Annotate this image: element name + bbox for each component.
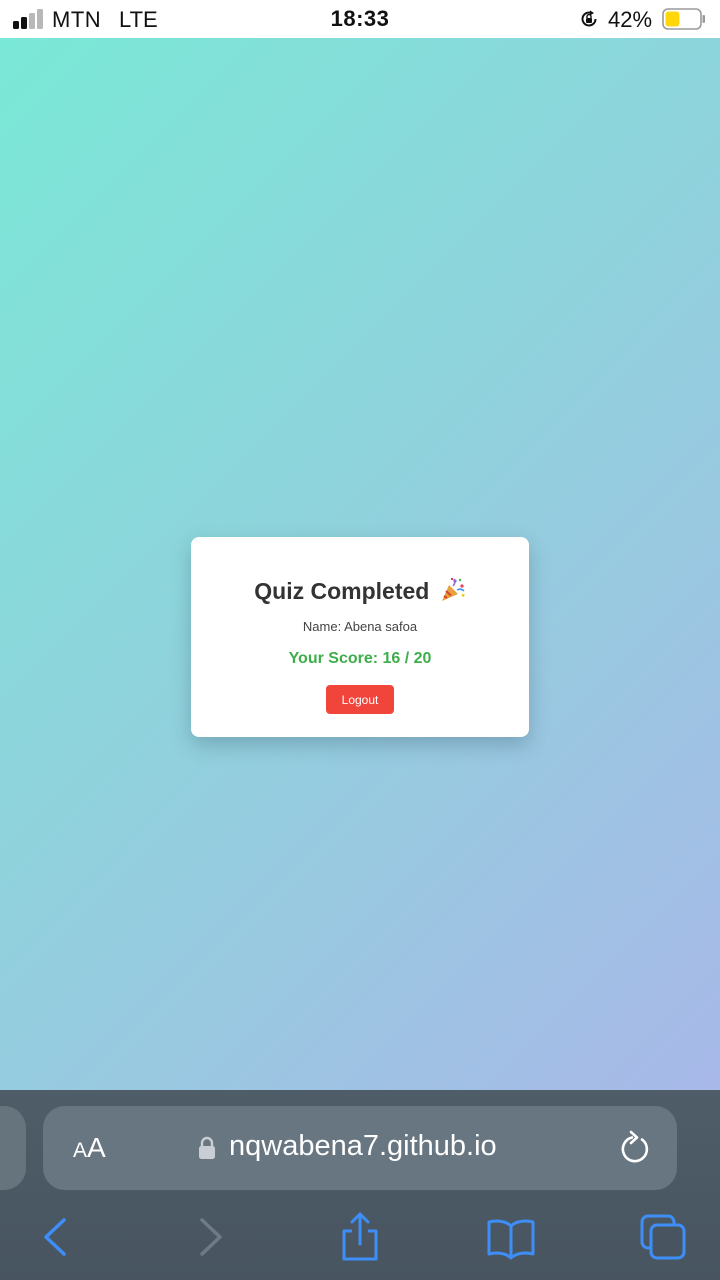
battery-percentage: 42%	[608, 7, 653, 32]
previous-tab-edge[interactable]	[0, 1106, 26, 1190]
quiz-title: Quiz Completed	[191, 577, 529, 605]
browser-toolbar: AA nqwabena7.github.io	[0, 1090, 720, 1280]
battery-icon	[662, 8, 705, 30]
tabs-icon[interactable]	[638, 1212, 688, 1262]
text-size-button[interactable]: AA	[73, 1132, 106, 1164]
address-bar[interactable]: AA nqwabena7.github.io	[43, 1106, 677, 1190]
quiz-title-text: Quiz Completed	[254, 578, 430, 604]
page-background: Quiz Completed Name: Abena safoa Your Sc…	[0, 38, 720, 1090]
padlock-icon	[199, 1136, 215, 1159]
bookmarks-icon[interactable]	[486, 1212, 536, 1262]
status-bar: MTN LTE 18:33 42%	[0, 0, 720, 38]
orientation-lock-icon	[581, 10, 597, 27]
text-size-small-a: A	[73, 1139, 88, 1162]
url-text[interactable]: nqwabena7.github.io	[229, 1130, 497, 1163]
share-icon[interactable]	[335, 1212, 385, 1262]
player-name: Name: Abena safoa	[302, 619, 418, 634]
score-text: Your Score: 16 / 20	[288, 650, 432, 667]
back-icon[interactable]	[30, 1212, 80, 1262]
reload-icon[interactable]	[618, 1130, 652, 1166]
text-size-large-a: A	[87, 1132, 106, 1163]
quiz-result-card: Quiz Completed Name: Abena safoa Your Sc…	[191, 537, 529, 737]
party-popper-icon	[441, 578, 465, 601]
forward-icon[interactable]	[186, 1212, 236, 1262]
logout-button[interactable]: Logout	[326, 685, 394, 714]
